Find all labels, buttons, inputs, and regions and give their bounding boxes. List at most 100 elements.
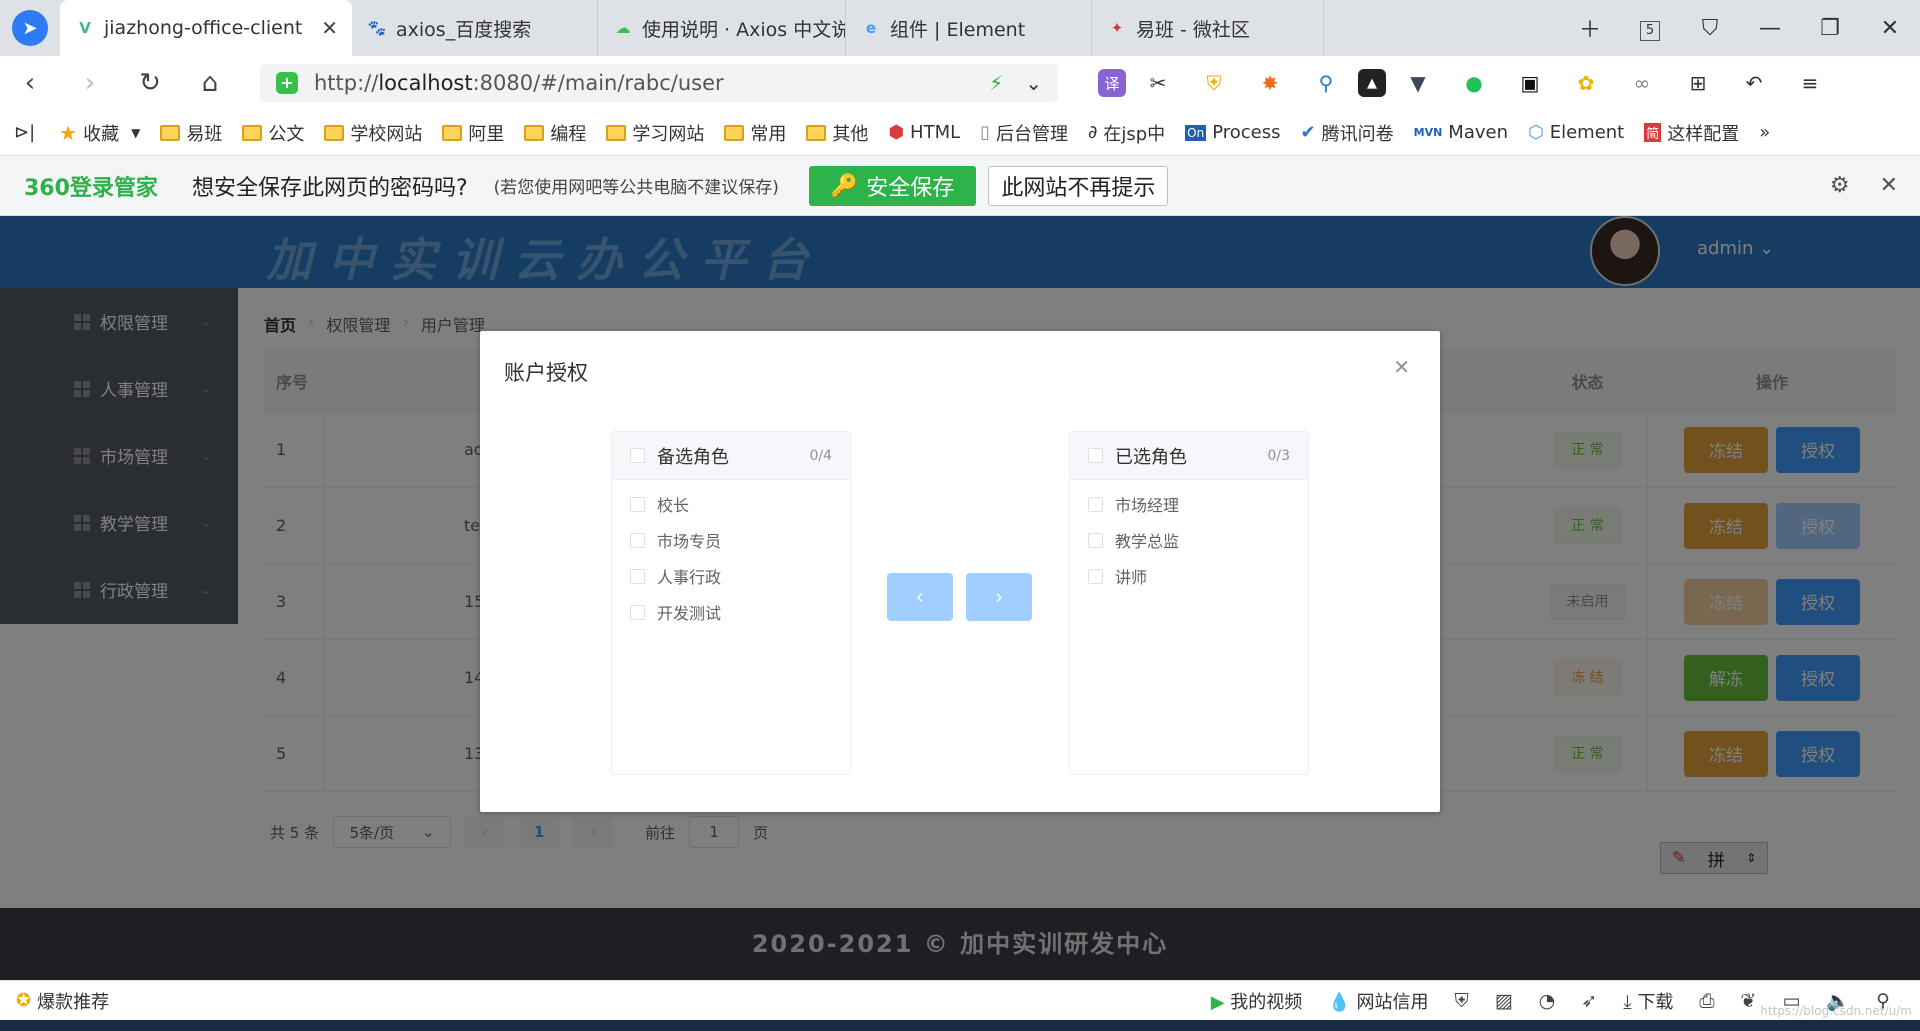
bookmark-10[interactable]: ▯ 后台管理: [980, 120, 1068, 146]
browser-logo[interactable]: ➤: [0, 0, 60, 56]
selected-roles-header: 已选角色 0/3: [1070, 432, 1308, 480]
menu-icon[interactable]: ≡: [1786, 67, 1834, 99]
bookmark-11[interactable]: ∂ 在jsp中: [1088, 120, 1165, 146]
bookmark-16[interactable]: 简这样配置: [1644, 120, 1739, 146]
home-icon[interactable]: ⌂: [180, 68, 240, 98]
role-checkbox[interactable]: [630, 604, 645, 620]
role-checkbox[interactable]: [630, 496, 645, 512]
back-icon[interactable]: ‹: [0, 68, 60, 98]
translate-icon[interactable]: 译: [1098, 69, 1126, 97]
bookmark-12[interactable]: On Process: [1185, 122, 1281, 143]
bolt-icon[interactable]: ⚡: [989, 71, 1003, 95]
shield-icon[interactable]: ⛨: [1454, 990, 1468, 1012]
role-item[interactable]: 教学总监: [1070, 522, 1308, 558]
os-taskbar: [0, 1020, 1920, 1031]
tab-axios-docs[interactable]: ☁ 使用说明 · Axios 中文说明: [598, 0, 846, 56]
minimize-icon[interactable]: —: [1740, 16, 1800, 41]
bookmark-6[interactable]: 学习网站: [606, 120, 704, 146]
folder-icon: [806, 124, 827, 141]
link-ext-icon[interactable]: ∞: [1618, 67, 1666, 99]
coin-shield-icon[interactable]: ⛨: [1190, 67, 1238, 99]
role-item[interactable]: 开发测试: [612, 594, 850, 630]
leopard-icon[interactable]: ✿: [1562, 67, 1610, 99]
mountain-icon[interactable]: ▲: [1358, 69, 1386, 97]
bookmark-1[interactable]: 易班: [160, 120, 222, 146]
folder-icon: [442, 124, 463, 141]
more-bookmarks-icon[interactable]: »: [1759, 122, 1770, 143]
game-icon[interactable]: ✸: [1246, 67, 1294, 99]
role-item[interactable]: 市场专员: [612, 522, 850, 558]
scissors-icon[interactable]: ✂: [1134, 67, 1182, 99]
role-checkbox[interactable]: [1088, 532, 1103, 548]
on-icon: On: [1185, 124, 1207, 141]
undo-icon[interactable]: ↶: [1730, 67, 1778, 99]
close-icon[interactable]: ✕: [1880, 173, 1898, 198]
video-icon: ▶: [1210, 991, 1225, 1013]
chevron-down-icon[interactable]: ⌄: [1025, 71, 1042, 95]
role-checkbox[interactable]: [630, 532, 645, 548]
role-item[interactable]: 市场经理: [1070, 486, 1308, 522]
role-checkbox[interactable]: [1088, 568, 1103, 584]
chevron-down-icon[interactable]: ▼: [131, 126, 140, 140]
close-icon[interactable]: ✕: [1393, 355, 1410, 379]
tab-element[interactable]: e 组件 | Element: [846, 0, 1092, 56]
close-window-icon[interactable]: ✕: [1860, 16, 1920, 41]
pwd-bar-actions: ⚙ ✕: [1830, 173, 1920, 198]
restore-icon[interactable]: ❐: [1800, 16, 1860, 41]
bookmark-7[interactable]: 常用: [724, 120, 786, 146]
bookmark-2[interactable]: 公文: [242, 120, 304, 146]
image-icon[interactable]: ▨: [1495, 990, 1513, 1012]
leaf-icon[interactable]: ❦: [1741, 990, 1757, 1012]
role-item[interactable]: 人事行政: [612, 558, 850, 594]
role-item[interactable]: 讲师: [1070, 558, 1308, 594]
bookmark-4[interactable]: 阿里: [442, 120, 504, 146]
select-all-checkbox[interactable]: [630, 448, 645, 463]
download-link[interactable]: ⤓ 下载: [1623, 988, 1673, 1014]
safe-save-button[interactable]: 🔑 安全保存: [808, 165, 977, 206]
bookmark-15[interactable]: ⬡ Element: [1528, 122, 1624, 143]
tab-count[interactable]: 5: [1620, 15, 1680, 41]
tab-axios-baidu[interactable]: 🐾 axios_百度搜索: [352, 0, 598, 56]
close-tab-icon[interactable]: ✕: [311, 16, 338, 40]
select-all-checkbox[interactable]: [1088, 448, 1103, 463]
site-credit-link[interactable]: 💧 网站信用: [1328, 988, 1428, 1014]
available-roles-count: 0/4: [809, 447, 832, 464]
new-tab-icon[interactable]: ＋: [1560, 12, 1620, 44]
hot-recommend-link[interactable]: 爆款推荐: [37, 988, 109, 1014]
bookmark-13[interactable]: ✔ 腾讯问卷: [1301, 120, 1394, 146]
speed-icon[interactable]: ◔: [1539, 990, 1556, 1012]
bookmark-8[interactable]: 其他: [806, 120, 868, 146]
watermark: https://blog.csdn.net/u/m: [1760, 1004, 1912, 1018]
my-video-link[interactable]: ▶ 我的视频: [1211, 988, 1303, 1014]
url-field[interactable]: + http://localhost:8080/#/main/rabc/user…: [260, 64, 1058, 102]
tab-yiban[interactable]: ✦ 易班 - 微社区: [1092, 0, 1324, 56]
move-left-button[interactable]: ‹: [887, 573, 953, 621]
rocket-icon[interactable]: ➶: [1581, 990, 1597, 1012]
search-icon[interactable]: ⚲: [1302, 67, 1350, 99]
bookmark-0[interactable]: ★ 收藏 ▼: [59, 120, 140, 146]
shirt-icon[interactable]: ⛉: [1680, 16, 1740, 41]
bookmark-14[interactable]: MVN Maven: [1414, 122, 1508, 143]
chat-icon[interactable]: ●: [1450, 67, 1498, 99]
bookmark-9[interactable]: ⬢ HTML: [888, 122, 960, 143]
bookmark-3[interactable]: 学校网站: [324, 120, 422, 146]
tab-jiazhong[interactable]: V jiazhong-office-client ✕: [60, 0, 352, 56]
vuetools-icon[interactable]: ▼: [1394, 67, 1442, 99]
star-icon: ★: [59, 120, 78, 145]
role-item[interactable]: 校长: [612, 486, 850, 522]
move-right-button[interactable]: ›: [966, 573, 1032, 621]
gear-icon[interactable]: ⚙: [1830, 173, 1850, 198]
apps-grid-icon[interactable]: ⊞: [1674, 67, 1722, 99]
jian-icon: 简: [1644, 123, 1662, 142]
reload-icon[interactable]: ↻: [120, 68, 180, 98]
sidebar-toggle-icon[interactable]: ⊳|: [14, 122, 35, 143]
print-icon[interactable]: ⎙: [1699, 990, 1714, 1012]
role-checkbox[interactable]: [630, 568, 645, 584]
bookmark-5[interactable]: 编程: [524, 120, 586, 146]
selected-roles-list: 市场经理教学总监讲师: [1070, 480, 1308, 594]
forward-icon[interactable]: ›: [60, 68, 120, 98]
never-remind-button[interactable]: 此网站不再提示: [988, 165, 1169, 206]
role-label: 教学总监: [1115, 532, 1180, 551]
role-checkbox[interactable]: [1088, 496, 1103, 512]
box-icon[interactable]: ▣: [1506, 67, 1554, 99]
